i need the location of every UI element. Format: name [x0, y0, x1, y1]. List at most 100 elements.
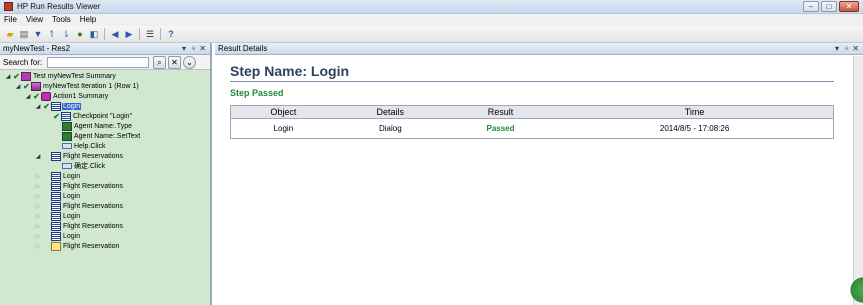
find-icon[interactable]: ●: [74, 28, 86, 40]
toolbar-separator: [160, 28, 161, 40]
clear-search-button[interactable]: ✕: [168, 56, 181, 69]
search-button[interactable]: ⌕: [153, 56, 166, 69]
step-status: Step Passed: [230, 88, 284, 98]
tree-node[interactable]: ▷ Login: [34, 211, 81, 221]
tree-node[interactable]: ◢ ✔ Test myNewTest Summary: [4, 71, 117, 81]
check-icon: ✔: [43, 101, 50, 111]
table-header-row: Object Details Result Time: [230, 105, 834, 119]
close-pane-icon[interactable]: ✕: [199, 44, 206, 53]
column-header: Object: [230, 105, 336, 119]
tree-node[interactable]: ▷ Login: [34, 171, 81, 181]
menu-view[interactable]: View: [26, 14, 43, 26]
search-row: Search for: ⌕ ✕ ⌄: [0, 55, 210, 70]
time-cell: 2014/8/5 - 17:08:26: [659, 124, 730, 133]
menu-bar: File View Tools Help: [0, 14, 863, 26]
tree-node[interactable]: Help.Click: [62, 141, 107, 151]
divider: [230, 81, 834, 82]
tree-node-selected[interactable]: ◢ ✔ Login: [34, 101, 82, 111]
properties-icon[interactable]: ◧: [88, 28, 100, 40]
table-row: Login Dialog Passed 2014/8/5 - 17:08:26: [231, 119, 834, 139]
toolbar-separator: [104, 28, 105, 40]
dropdown-icon[interactable]: ▾: [835, 44, 839, 53]
filter-icon[interactable]: ▼: [32, 28, 44, 40]
tree-node[interactable]: ▷ Flight Reservations: [34, 201, 124, 211]
pane-header: myNewTest - Res2 ▾ ᛜ ✕: [0, 43, 210, 55]
title-bar: HP Run Results Viewer – □ ✕: [0, 0, 863, 14]
pane-header: Result Details ▾ ᛜ ✕: [215, 43, 863, 55]
column-header: Details: [335, 105, 445, 119]
tree-node[interactable]: ▷ Login: [34, 231, 81, 241]
dialog-icon: [51, 171, 61, 181]
check-icon: ✔: [23, 81, 30, 91]
forward-arrow-icon[interactable]: ▶: [123, 28, 135, 40]
dialog-icon: [51, 191, 61, 201]
tree-node[interactable]: ▷ Flight Reservations: [34, 181, 124, 191]
tree-node[interactable]: ▷ Flight Reservations: [34, 221, 124, 231]
maximize-button[interactable]: □: [821, 1, 837, 12]
action-icon: [41, 91, 51, 101]
test-summary-icon: [21, 71, 31, 81]
pin-icon[interactable]: ᛜ: [191, 44, 196, 53]
tree-node[interactable]: ◢ ✔ myNewTest Iteration 1 (Row 1): [14, 81, 140, 91]
column-header: Result: [444, 105, 557, 119]
dialog-icon: [51, 151, 61, 161]
dialog-icon: [51, 231, 61, 241]
menu-tools[interactable]: Tools: [52, 14, 71, 26]
toolbar-separator: [139, 28, 140, 40]
pane-title: myNewTest - Res2: [3, 44, 71, 53]
help-icon[interactable]: ?: [165, 28, 177, 40]
pane-title: Result Details: [218, 44, 268, 53]
dialog-icon: [51, 181, 61, 191]
button-icon: [62, 143, 72, 149]
edit-field-icon: [62, 131, 72, 141]
vertical-scrollbar[interactable]: [853, 56, 863, 305]
back-arrow-icon[interactable]: ◀: [109, 28, 121, 40]
run-tree-pane: myNewTest - Res2 ▾ ᛜ ✕ Search for: ⌕ ✕ ⌄…: [0, 43, 212, 305]
iteration-icon: [31, 81, 41, 91]
print-icon[interactable]: ▤: [18, 28, 30, 40]
step-details-table: Object Details Result Time Login Dialog …: [230, 105, 834, 139]
status-badge-icon: [847, 277, 863, 303]
minimize-button[interactable]: –: [803, 1, 819, 12]
step-name: Step Name: Login: [230, 63, 350, 79]
check-icon: ✔: [13, 71, 20, 81]
close-button[interactable]: ✕: [839, 1, 859, 12]
tree-node[interactable]: ◢ Flight Reservations: [34, 151, 124, 161]
check-icon: ✔: [33, 91, 40, 101]
object-cell: Login: [273, 124, 294, 133]
check-icon: ✔: [53, 111, 60, 121]
list-icon[interactable]: ☰: [144, 28, 156, 40]
dialog-icon: [51, 101, 61, 111]
menu-help[interactable]: Help: [80, 14, 96, 26]
tree-node[interactable]: ✔ Checkpoint "Login": [52, 111, 133, 121]
search-input[interactable]: [47, 57, 149, 68]
dropdown-icon[interactable]: ▾: [182, 44, 186, 53]
app-icon: [4, 2, 13, 11]
column-header: Time: [556, 105, 834, 119]
sort-ascending-icon[interactable]: ↿: [46, 28, 58, 40]
details-cell: Dialog: [378, 124, 402, 133]
menu-file[interactable]: File: [4, 14, 17, 26]
window-icon: [51, 241, 61, 251]
dialog-icon: [51, 201, 61, 211]
window-title: HP Run Results Viewer: [17, 2, 101, 11]
checkpoint-icon: [61, 111, 71, 121]
tree-node[interactable]: ▷ Login: [34, 191, 81, 201]
pin-icon[interactable]: ᛜ: [844, 44, 849, 53]
sort-descending-icon[interactable]: ⇂: [60, 28, 72, 40]
dialog-icon: [51, 211, 61, 221]
result-cell: Passed: [486, 124, 515, 133]
tree-node[interactable]: Agent Name:.Type: [62, 121, 133, 131]
open-folder-icon[interactable]: ▰: [4, 28, 16, 40]
toolbar: ▰ ▤ ▼ ↿ ⇂ ● ◧ ◀ ▶ ☰ ?: [0, 26, 863, 43]
dialog-icon: [51, 221, 61, 231]
result-details-pane: Result Details ▾ ᛜ ✕ Step Name: Login St…: [215, 43, 863, 305]
button-icon: [62, 163, 72, 169]
search-options-button[interactable]: ⌄: [183, 56, 196, 69]
tree-node[interactable]: ▷ Flight Reservation: [34, 241, 120, 251]
tree-node[interactable]: Agent Name:.SetText: [62, 131, 141, 141]
tree-node[interactable]: 确定.Click: [62, 161, 106, 171]
close-pane-icon[interactable]: ✕: [852, 44, 859, 53]
edit-field-icon: [62, 121, 72, 131]
tree-node[interactable]: ◢ ✔ Action1 Summary: [24, 91, 109, 101]
